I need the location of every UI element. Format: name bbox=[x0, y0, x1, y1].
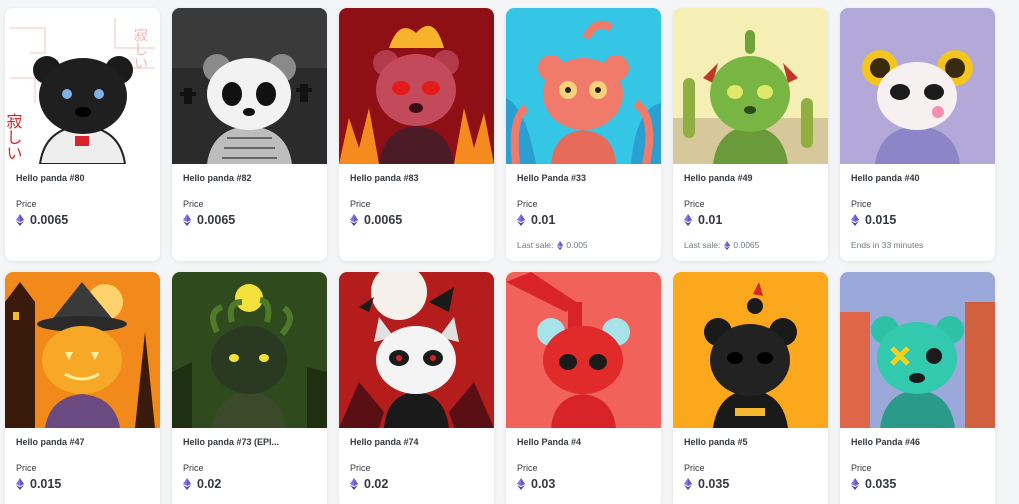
nft-image-cactus-panda[interactable] bbox=[673, 8, 828, 164]
nft-image-skeleton-panda[interactable] bbox=[172, 8, 327, 164]
nft-image-pumpkin-panda[interactable] bbox=[5, 272, 160, 428]
ethereum-icon bbox=[16, 214, 24, 226]
price-value: 0.0065 bbox=[364, 213, 403, 227]
kanji-vertical-text: 寂しい bbox=[132, 28, 148, 70]
nft-name[interactable]: Hello Panda #4 bbox=[517, 437, 650, 449]
ethereum-icon bbox=[183, 478, 191, 490]
price-label: Price bbox=[350, 463, 371, 473]
ethereum-icon bbox=[684, 478, 692, 490]
price-value: 0.03 bbox=[531, 477, 556, 491]
ethereum-icon bbox=[724, 241, 730, 250]
price-value: 0.015 bbox=[30, 477, 62, 491]
price-label: Price bbox=[517, 199, 538, 209]
nft-image-octopus-panda[interactable] bbox=[506, 8, 661, 164]
ethereum-icon bbox=[684, 214, 692, 226]
nft-name[interactable]: Hello Panda #46 bbox=[851, 437, 984, 449]
nft-card-panda-80[interactable]: 寂しい 寂しい Hello panda #80 Price 0.0065 bbox=[5, 8, 160, 261]
nft-image-vampire-panda[interactable] bbox=[339, 272, 494, 428]
nft-name[interactable]: Hello Panda #33 bbox=[517, 173, 650, 185]
last-sale: Last sale: 0.0065 bbox=[684, 240, 817, 250]
price-value: 0.035 bbox=[865, 477, 897, 491]
nft-name[interactable]: Hello panda #73 (EPI... bbox=[183, 437, 316, 449]
nft-card-panda-46[interactable]: Hello Panda #46 Price 0.035 bbox=[840, 272, 995, 504]
price-value: 0.035 bbox=[698, 477, 730, 491]
auction-end-text: Ends in 33 minutes bbox=[851, 240, 924, 250]
nft-card-panda-33[interactable]: Hello Panda #33 Price 0.01 Last sale: 0.0… bbox=[506, 8, 661, 261]
price-label: Price bbox=[16, 463, 37, 473]
nft-name[interactable]: Hello panda #74 bbox=[350, 437, 483, 449]
price-value: 0.015 bbox=[865, 213, 897, 227]
ethereum-icon bbox=[851, 478, 859, 490]
last-sale-label: Last sale: bbox=[517, 240, 554, 250]
nft-image-sunflower-panda[interactable] bbox=[840, 8, 995, 164]
nft-image-zombie-panda[interactable] bbox=[840, 272, 995, 428]
nft-name[interactable]: Hello panda #49 bbox=[684, 173, 817, 185]
price-label: Price bbox=[16, 199, 37, 209]
price-value: 0.01 bbox=[531, 213, 556, 227]
nft-name[interactable]: Hello panda #83 bbox=[350, 173, 483, 185]
last-sale-value: 0.0065 bbox=[733, 240, 760, 250]
nft-image-bomb-panda[interactable] bbox=[673, 272, 828, 428]
price-value: 0.02 bbox=[364, 477, 389, 491]
nft-card-panda-74[interactable]: Hello panda #74 Price 0.02 bbox=[339, 272, 494, 504]
ethereum-icon bbox=[517, 478, 525, 490]
price-label: Price bbox=[183, 463, 204, 473]
ethereum-icon bbox=[350, 214, 358, 226]
price-label: Price bbox=[183, 199, 204, 209]
ethereum-icon bbox=[557, 241, 563, 250]
ethereum-icon bbox=[16, 478, 24, 490]
ethereum-icon bbox=[183, 214, 191, 226]
price-value: 0.02 bbox=[197, 477, 222, 491]
nft-image-medusa-panda[interactable] bbox=[172, 272, 327, 428]
last-sale: Last sale: 0.005 bbox=[517, 240, 650, 250]
price-value: 0.0065 bbox=[30, 213, 69, 227]
nft-name[interactable]: Hello panda #80 bbox=[16, 173, 149, 185]
price-label: Price bbox=[517, 463, 538, 473]
ethereum-icon bbox=[517, 214, 525, 226]
price-value: 0.01 bbox=[698, 213, 723, 227]
price-label: Price bbox=[684, 463, 705, 473]
price-label: Price bbox=[684, 199, 705, 209]
nft-name[interactable]: Hello panda #5 bbox=[684, 437, 817, 449]
nft-name[interactable]: Hello panda #82 bbox=[183, 173, 316, 185]
nft-name[interactable]: Hello panda #47 bbox=[16, 437, 149, 449]
nft-card-panda-5[interactable]: Hello panda #5 Price 0.035 bbox=[673, 272, 828, 504]
nft-name[interactable]: Hello panda #40 bbox=[851, 173, 984, 185]
nft-card-panda-40[interactable]: Hello panda #40 Price 0.015 Ends in 33 m… bbox=[840, 8, 995, 261]
price-label: Price bbox=[350, 199, 371, 209]
nft-image-ketchup-panda[interactable] bbox=[506, 272, 661, 428]
nft-card-panda-83[interactable]: Hello panda #83 Price 0.0065 bbox=[339, 8, 494, 261]
nft-card-panda-49[interactable]: Hello panda #49 Price 0.01 Last sale: 0.0… bbox=[673, 8, 828, 261]
last-sale-value: 0.005 bbox=[566, 240, 588, 250]
nft-image-fire-panda[interactable] bbox=[339, 8, 494, 164]
kanji-red-text: 寂しい bbox=[5, 113, 23, 161]
nft-card-panda-73[interactable]: Hello panda #73 (EPI... Price 0.02 bbox=[172, 272, 327, 504]
auction-timer: Ends in 33 minutes bbox=[851, 240, 984, 250]
nft-card-panda-4[interactable]: Hello Panda #4 Price 0.03 bbox=[506, 272, 661, 504]
nft-card-panda-82[interactable]: Hello panda #82 Price 0.0065 bbox=[172, 8, 327, 261]
nft-card-panda-47[interactable]: Hello panda #47 Price 0.015 bbox=[5, 272, 160, 504]
price-label: Price bbox=[851, 199, 872, 209]
ethereum-icon bbox=[851, 214, 859, 226]
price-value: 0.0065 bbox=[197, 213, 236, 227]
ethereum-icon bbox=[350, 478, 358, 490]
last-sale-label: Last sale: bbox=[684, 240, 721, 250]
price-label: Price bbox=[851, 463, 872, 473]
nft-image-astronaut-panda[interactable]: 寂しい 寂しい bbox=[5, 8, 160, 164]
